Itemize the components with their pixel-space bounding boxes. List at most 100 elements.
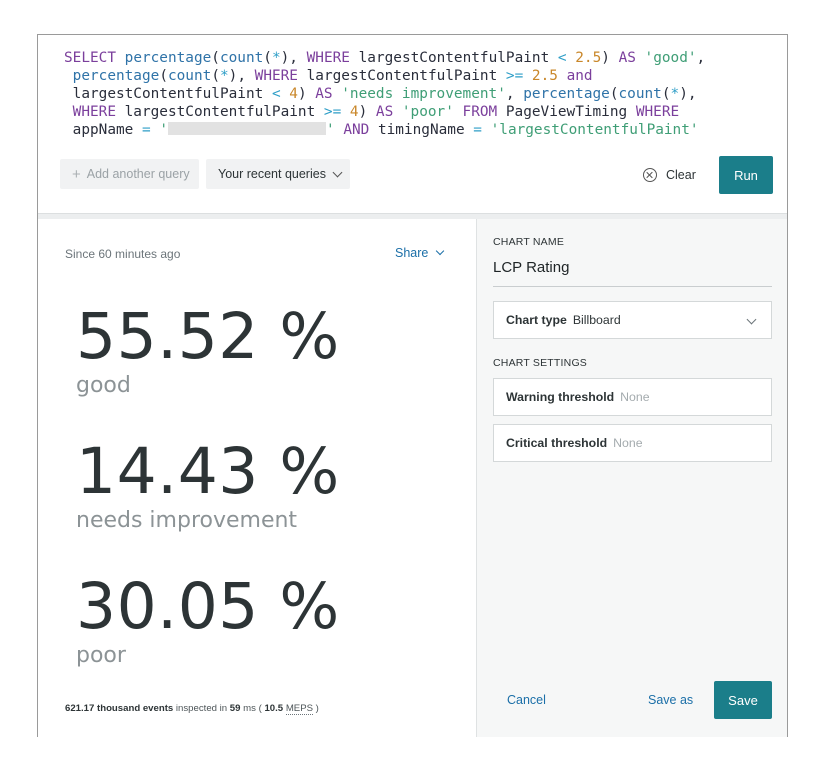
code-token: ) bbox=[601, 50, 619, 66]
code-token: PageViewTiming bbox=[497, 104, 636, 120]
events-inspected-footer: 621.17 thousand events inspected in 59 m… bbox=[65, 703, 319, 715]
time-range-label: Since 60 minutes ago bbox=[65, 247, 181, 261]
code-token: ), bbox=[280, 50, 307, 66]
chart-type-label: Chart type bbox=[506, 313, 567, 327]
code-token: and bbox=[557, 68, 593, 84]
code-token: 2.5 bbox=[523, 68, 558, 84]
code-token: count bbox=[618, 86, 662, 102]
chart-settings-heading: CHART SETTINGS bbox=[493, 357, 588, 369]
code-token: ( bbox=[609, 86, 619, 102]
code-token: FROM bbox=[453, 104, 498, 120]
code-token: 2.5 bbox=[566, 50, 602, 66]
chart-type-value: Billboard bbox=[572, 313, 621, 327]
code-token: >= bbox=[505, 68, 524, 84]
add-query-button[interactable]: + Add another query bbox=[60, 159, 199, 189]
metric-label-good: good bbox=[76, 373, 131, 398]
code-token: 'needs improvement' bbox=[332, 86, 506, 102]
clear-button[interactable]: Clear bbox=[643, 165, 696, 185]
metric-value-poor: 30.05 % bbox=[76, 570, 340, 643]
code-token: count bbox=[167, 68, 212, 84]
close-circle-icon bbox=[643, 168, 657, 182]
code-token: < bbox=[557, 50, 567, 66]
code-token: < bbox=[271, 86, 281, 102]
nrql-query-editor[interactable]: SELECT percentage(count(*), WHERE larges… bbox=[64, 49, 705, 139]
chart-name-input[interactable]: LCP Rating bbox=[493, 259, 772, 287]
query-builder-panel: SELECT percentage(count(*), WHERE larges… bbox=[37, 34, 788, 737]
code-token: ) bbox=[297, 86, 316, 102]
redacted-app-name bbox=[167, 122, 326, 135]
code-token: * bbox=[670, 86, 680, 102]
billboard-chart: Since 60 minutes ago Share 55.52 % good … bbox=[38, 219, 476, 737]
code-token: ), bbox=[679, 86, 697, 102]
footer-text: inspected in bbox=[173, 703, 230, 714]
code-token: ( bbox=[159, 68, 168, 84]
run-button[interactable]: Run bbox=[719, 156, 773, 194]
code-token: 'good' bbox=[635, 50, 697, 66]
warning-threshold-label: Warning threshold bbox=[506, 390, 615, 404]
code-token: * bbox=[219, 68, 229, 84]
metric-value-needs-improvement: 14.43 % bbox=[76, 435, 340, 508]
footer-text: ms ( bbox=[240, 703, 265, 714]
duration-ms: 59 bbox=[229, 703, 241, 714]
chart-type-select[interactable]: Chart type Billboard bbox=[493, 301, 772, 339]
plus-icon: + bbox=[72, 165, 81, 183]
warning-threshold-value: None bbox=[620, 390, 650, 404]
metric-value-good: 55.52 % bbox=[76, 300, 340, 373]
code-token: count bbox=[219, 50, 264, 66]
code-token: ( bbox=[661, 86, 671, 102]
code-token: >= bbox=[323, 104, 342, 120]
metric-label-needs-improvement: needs improvement bbox=[76, 508, 298, 533]
meps-value: 10.5 bbox=[264, 703, 284, 714]
code-token: = bbox=[141, 122, 151, 138]
code-token: WHERE bbox=[64, 104, 116, 120]
code-token: ' bbox=[325, 122, 344, 138]
code-token: , bbox=[696, 50, 706, 66]
code-token: ( bbox=[263, 50, 272, 66]
code-token: AS bbox=[375, 104, 394, 120]
recent-queries-label: Your recent queries bbox=[218, 167, 326, 181]
chevron-down-icon bbox=[332, 167, 343, 177]
cancel-button[interactable]: Cancel bbox=[507, 693, 546, 707]
code-token: percentage bbox=[523, 86, 610, 102]
critical-threshold-field[interactable]: Critical threshold None bbox=[493, 424, 772, 462]
code-token: ), bbox=[228, 68, 255, 84]
warning-threshold-field[interactable]: Warning threshold None bbox=[493, 378, 772, 416]
code-token: AS bbox=[315, 86, 333, 102]
code-token: appName bbox=[64, 122, 142, 138]
code-token: , bbox=[505, 86, 524, 102]
query-editor-area: SELECT percentage(count(*), WHERE larges… bbox=[38, 35, 787, 213]
code-token: percentage bbox=[64, 68, 160, 84]
code-token: = bbox=[473, 122, 482, 138]
share-label: Share bbox=[395, 246, 429, 260]
code-token: largestContentfulPaint bbox=[349, 50, 558, 66]
critical-threshold-label: Critical threshold bbox=[506, 436, 608, 450]
recent-queries-dropdown[interactable]: Your recent queries bbox=[206, 159, 350, 189]
code-token: timingName bbox=[369, 122, 474, 138]
code-token: largestContentfulPaint bbox=[64, 86, 272, 102]
code-token: ' bbox=[150, 122, 168, 138]
code-token: WHERE bbox=[635, 104, 680, 120]
clear-label: Clear bbox=[666, 168, 696, 182]
code-token: SELECT bbox=[64, 50, 116, 66]
footer-text: ) bbox=[313, 703, 319, 714]
events-count: 621.17 thousand events bbox=[65, 703, 174, 714]
chart-settings-panel: CHART NAME LCP Rating Chart type Billboa… bbox=[476, 219, 787, 737]
code-token: 4 bbox=[341, 104, 359, 120]
code-token: 'largestContentfulPaint' bbox=[481, 122, 699, 138]
code-token: 'poor' bbox=[393, 104, 454, 120]
code-token: largestContentfulPaint bbox=[297, 68, 506, 84]
chevron-down-icon bbox=[746, 314, 757, 325]
code-token: ) bbox=[358, 104, 376, 120]
add-query-label: Add another query bbox=[86, 167, 190, 181]
critical-threshold-value: None bbox=[613, 436, 643, 450]
code-token: ( bbox=[211, 50, 220, 66]
save-as-button[interactable]: Save as bbox=[648, 693, 693, 707]
code-token: WHERE bbox=[254, 68, 298, 84]
chevron-down-icon bbox=[436, 246, 445, 256]
meps-abbreviation[interactable]: MEPS bbox=[285, 703, 314, 715]
code-token: AND bbox=[343, 122, 370, 138]
save-button[interactable]: Save bbox=[714, 681, 772, 719]
metric-label-poor: poor bbox=[76, 643, 126, 668]
code-token: AS bbox=[618, 50, 636, 66]
share-dropdown[interactable]: Share bbox=[395, 246, 445, 260]
